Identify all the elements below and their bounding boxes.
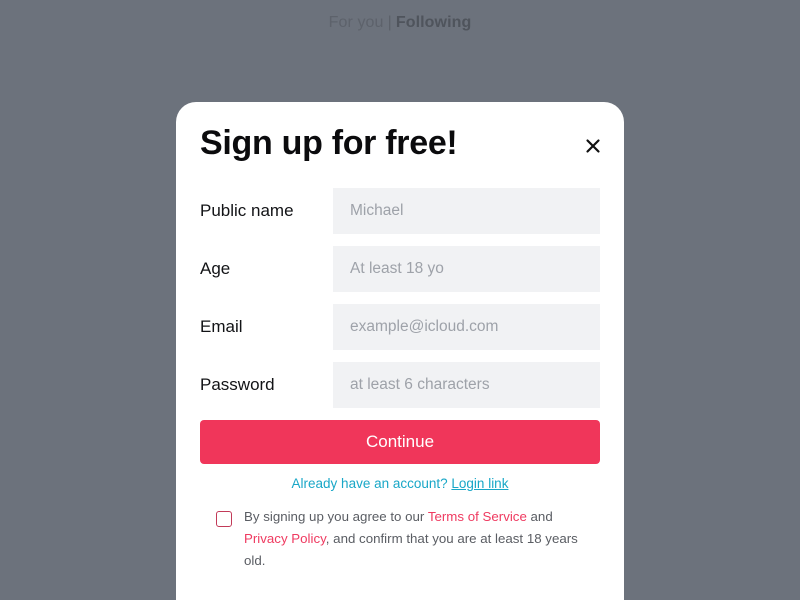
password-label: Password xyxy=(200,375,275,394)
close-icon xyxy=(586,139,600,153)
modal-title: Sign up for free! xyxy=(200,124,458,162)
password-row: Password xyxy=(200,362,600,408)
tab-following[interactable]: Following xyxy=(396,14,472,31)
close-button[interactable] xyxy=(582,135,604,157)
email-input[interactable] xyxy=(333,304,600,350)
password-input[interactable] xyxy=(333,362,600,408)
terms-text: By signing up you agree to our Terms of … xyxy=(244,506,584,572)
tab-for-you[interactable]: For you xyxy=(329,14,384,31)
terms-text-and: and xyxy=(526,509,553,524)
privacy-policy-link[interactable]: Privacy Policy xyxy=(244,531,326,546)
login-link[interactable]: Login link xyxy=(451,476,508,491)
login-prompt-line: Already have an account? Login link xyxy=(176,476,624,491)
email-row: Email xyxy=(200,304,600,350)
terms-of-service-link[interactable]: Terms of Service xyxy=(428,509,527,524)
nav-separator: | xyxy=(387,14,392,31)
continue-button[interactable]: Continue xyxy=(200,420,600,464)
age-label: Age xyxy=(200,259,231,278)
terms-text-before: By signing up you agree to our xyxy=(244,509,428,524)
public-name-row: Public name xyxy=(200,188,600,234)
public-name-input[interactable] xyxy=(333,188,600,234)
age-input[interactable] xyxy=(333,246,600,292)
age-row: Age xyxy=(200,246,600,292)
terms-checkbox[interactable] xyxy=(216,511,232,527)
login-prompt-text: Already have an account? xyxy=(291,476,448,491)
background-feed-nav: For you | Following xyxy=(0,14,800,32)
public-name-label: Public name xyxy=(200,201,294,220)
signup-modal: Sign up for free! Public name Age Email … xyxy=(176,102,624,600)
email-label: Email xyxy=(200,317,243,336)
